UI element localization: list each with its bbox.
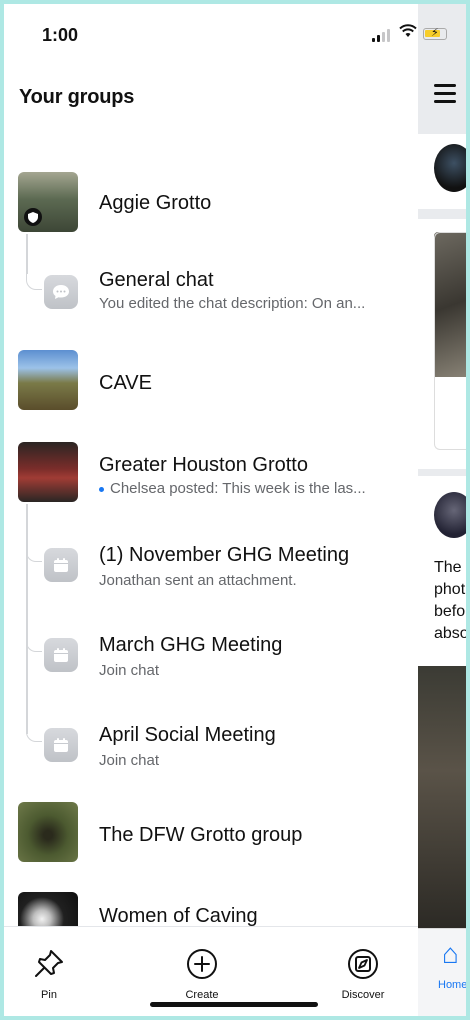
chat-title: April Social Meeting: [99, 724, 276, 746]
calendar-icon: [44, 728, 78, 762]
group-subtitle-text: Chelsea posted: This week is the las...: [110, 480, 366, 497]
chat-item-general-chat[interactable]: General chat You edited the chat descrip…: [4, 259, 418, 339]
plus-circle-icon: [187, 949, 217, 979]
pin-tab[interactable]: Pin: [4, 927, 94, 1007]
chat-title: General chat: [99, 269, 214, 291]
create-tab[interactable]: Create: [157, 927, 247, 1007]
chat-item-november-ghg-meeting[interactable]: (1) November GHG Meeting Jonathan sent a…: [4, 532, 418, 612]
calendar-icon: [44, 638, 78, 672]
group-item-aggie-grotto[interactable]: Aggie Grotto: [4, 164, 418, 244]
group-title: CAVE: [99, 372, 152, 394]
home-icon[interactable]: ⌂: [442, 938, 459, 970]
discover-tab[interactable]: Discover: [318, 927, 408, 1007]
group-title: Greater Houston Grotto: [99, 454, 308, 476]
home-indicator: [150, 1002, 318, 1007]
post-text: The phot befo abso: [434, 557, 466, 645]
status-time: 1:00: [42, 25, 79, 45]
chat-subtitle: You edited the chat description: On an..…: [99, 295, 366, 312]
page-title: Your groups: [19, 86, 135, 108]
chat-bubble-icon: [44, 275, 78, 309]
unread-dot: [99, 486, 104, 492]
phone-screen: The phot befo abso ⌂ Home 1:00 ⚡ Your gr…: [4, 4, 466, 1016]
group-thumbnail: [18, 802, 78, 862]
wifi-icon: [399, 24, 417, 43]
post-text-line: befo: [434, 603, 466, 620]
chat-subtitle: Join chat: [99, 662, 160, 679]
group-item-dfw-grotto[interactable]: The DFW Grotto group: [4, 794, 418, 874]
post-text-line: abso: [434, 625, 466, 642]
signal-icon: [372, 28, 390, 42]
avatar: [434, 144, 466, 192]
group-title: Aggie Grotto: [99, 192, 212, 214]
chat-title: March GHG Meeting: [99, 634, 283, 656]
avatar: [434, 492, 466, 538]
feed-photo: [418, 666, 466, 928]
group-item-greater-houston-grotto[interactable]: Greater Houston Grotto Chelsea posted: T…: [4, 434, 418, 514]
menu-icon[interactable]: [434, 84, 456, 108]
chat-subtitle: Jonathan sent an attachment.: [99, 572, 297, 589]
group-title: The DFW Grotto group: [99, 824, 303, 846]
compass-icon: [348, 949, 378, 979]
discover-label: Discover: [341, 989, 385, 1001]
feed-peek[interactable]: The phot befo abso ⌂ Home: [418, 4, 466, 1016]
group-thumbnail: [18, 442, 78, 502]
group-item-cave[interactable]: CAVE: [4, 342, 418, 422]
pin-label: Pin: [41, 989, 57, 1001]
post-text-line: phot: [434, 581, 466, 598]
group-thumbnail: [18, 172, 78, 232]
home-tab-label[interactable]: Home: [438, 979, 466, 991]
status-bar: 1:00 ⚡: [4, 4, 466, 62]
group-subtitle: Chelsea posted: This week is the las...: [99, 480, 409, 497]
feed-photo-frame: [434, 232, 466, 450]
battery-icon: ⚡: [423, 27, 447, 40]
chat-subtitle: Join chat: [99, 752, 160, 769]
post-text-line: The: [434, 559, 462, 576]
group-title: Women of Caving: [99, 905, 258, 927]
calendar-icon: [44, 548, 78, 582]
group-thumbnail: [18, 350, 78, 410]
create-label: Create: [185, 989, 219, 1001]
chat-item-march-ghg-meeting[interactable]: March GHG Meeting Join chat: [4, 622, 418, 702]
admin-shield-icon: [24, 208, 42, 226]
groups-drawer: 1:00 ⚡ Your groups Aggie Grotto General …: [4, 4, 447, 1016]
chat-title: (1) November GHG Meeting: [99, 544, 350, 566]
pin-icon: [35, 950, 63, 977]
chat-item-april-social-meeting[interactable]: April Social Meeting Join chat: [4, 712, 418, 792]
